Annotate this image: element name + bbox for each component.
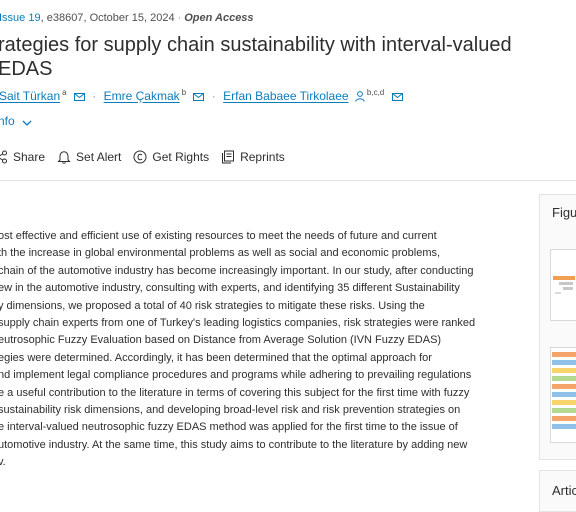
chevron-down-icon bbox=[22, 120, 32, 126]
figures-panel: Figu bbox=[539, 194, 576, 460]
envelope-icon[interactable] bbox=[73, 93, 85, 101]
set-alert-button[interactable]: Set Alert bbox=[57, 150, 121, 164]
abstract-line: sustainability risk dimensions, and deve… bbox=[0, 404, 461, 417]
bell-icon bbox=[57, 151, 71, 164]
set-alert-label: Set Alert bbox=[76, 150, 122, 164]
title-line: EDAS bbox=[0, 58, 53, 80]
figure-thumbnail[interactable] bbox=[550, 347, 576, 443]
show-article-info-toggle[interactable]: nfo bbox=[0, 114, 32, 128]
thumbnail-stripe bbox=[552, 376, 576, 381]
article-info-label: nfo bbox=[0, 114, 15, 128]
thumbnail-stripe bbox=[552, 352, 576, 357]
article-title: rategies for supply chain sustainability… bbox=[0, 33, 518, 81]
abstract-line: y dimensions, we proposed a total of 40 … bbox=[0, 299, 425, 312]
copyright-icon bbox=[133, 150, 147, 164]
share-icon bbox=[0, 150, 7, 164]
thumbnail-stripe bbox=[552, 416, 576, 421]
share-button[interactable]: Share bbox=[0, 150, 45, 164]
share-label: Share bbox=[13, 150, 46, 164]
thumbnail-stripe bbox=[552, 392, 576, 397]
abstract-line: eutrosophic Fuzzy Evaluation based on Di… bbox=[0, 334, 442, 347]
person-icon bbox=[355, 91, 365, 102]
abstract-line: ost effective and efficient use of exist… bbox=[0, 230, 437, 242]
author-list: Sait Türkan a · Emre Çakmak b · Erfan Baba… bbox=[0, 88, 403, 103]
title-line: rategies for supply chain sustainability… bbox=[0, 34, 512, 56]
thumbnail-stripe bbox=[552, 400, 576, 405]
publication-date: October 15, 2024 bbox=[89, 12, 175, 24]
article-metrics-heading: Artic bbox=[552, 483, 576, 498]
thumbnail-stripe bbox=[552, 424, 576, 429]
author-name[interactable]: Erfan Babaee Tirkolaee bbox=[223, 89, 348, 103]
abstract-line: ew in the automotive industry, consultin… bbox=[0, 282, 460, 295]
author-name[interactable]: Emre Çakmak bbox=[104, 89, 180, 103]
thumbnail-stripe bbox=[552, 368, 576, 373]
author-affiliation[interactable]: b,c,d bbox=[367, 88, 384, 97]
issue-link[interactable]: Issue 19 bbox=[0, 12, 41, 24]
author-name[interactable]: Sait Türkan bbox=[0, 89, 60, 103]
article-number: e38607 bbox=[46, 12, 84, 24]
author-affiliation[interactable]: a bbox=[62, 88, 66, 97]
get-rights-button[interactable]: Get Rights bbox=[133, 150, 209, 164]
envelope-icon[interactable] bbox=[391, 93, 403, 101]
abstract-line: e a useful contribution to the literatur… bbox=[0, 386, 470, 399]
abstract-text: ost effective and efficient use of exist… bbox=[0, 228, 518, 472]
reprints-label: Reprints bbox=[240, 150, 285, 164]
reprints-button[interactable]: Reprints bbox=[221, 150, 285, 164]
thumbnail-stripe bbox=[552, 408, 576, 413]
article-metrics-panel: Artic bbox=[539, 470, 576, 512]
figures-heading: Figu bbox=[552, 205, 576, 220]
open-access-label: Open Access bbox=[184, 12, 254, 24]
citation-line: Issue 19, e38607, October 15, 2024 · Open … bbox=[0, 12, 254, 24]
figure-thumbnail-image bbox=[552, 352, 576, 429]
figure-thumbnail-image bbox=[553, 276, 575, 294]
abstract-line: utomotive industry. At the same time, th… bbox=[0, 438, 468, 451]
thumbnail-stripe bbox=[552, 360, 576, 365]
abstract-line: nd implement legal compliance procedures… bbox=[0, 369, 472, 382]
reprints-icon bbox=[222, 150, 235, 164]
abstract-line: v. bbox=[0, 456, 6, 469]
abstract-line: chain of the automotive industry has bec… bbox=[0, 264, 474, 277]
envelope-icon[interactable] bbox=[193, 93, 205, 101]
abstract-line: e interval-valued neutrosophic fuzzy EDA… bbox=[0, 421, 458, 434]
thumbnail-stripe bbox=[552, 384, 576, 389]
abstract-line: th the increase in global environmental … bbox=[0, 247, 441, 260]
author-affiliation[interactable]: b bbox=[182, 88, 186, 97]
figure-thumbnail[interactable] bbox=[550, 249, 576, 321]
get-rights-label: Get Rights bbox=[152, 150, 210, 164]
article-actions-bar: Share Set Alert Get Rights Reprints bbox=[0, 147, 285, 167]
abstract-line: supply chain experts from one of Turkey'… bbox=[0, 317, 476, 330]
section-divider bbox=[0, 180, 576, 181]
abstract-line: egies were determined. Accordingly, it h… bbox=[0, 351, 432, 364]
